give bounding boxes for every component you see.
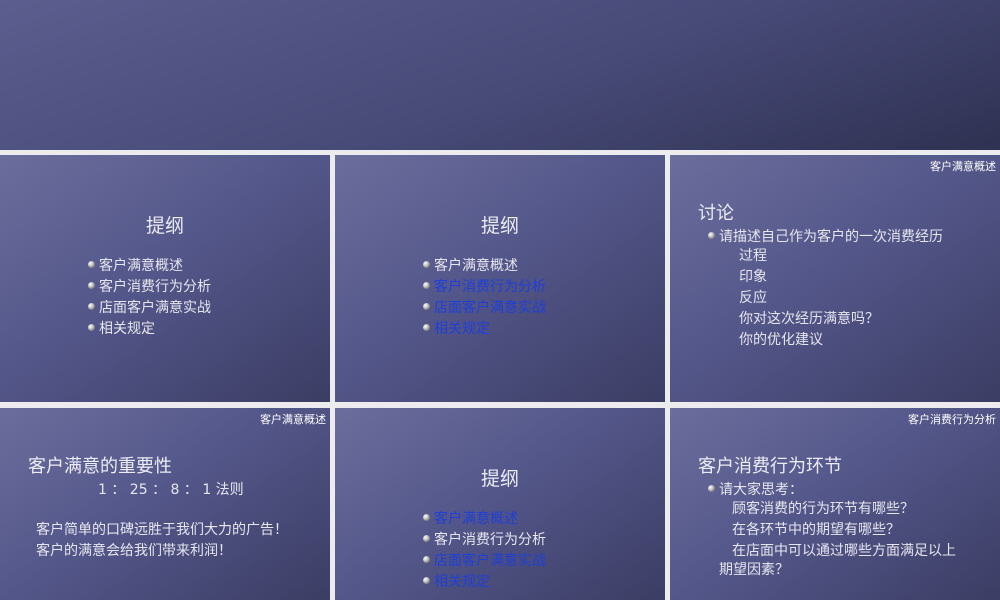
list-item: 客户满意概述: [423, 254, 546, 275]
list-item: 相关规定: [423, 317, 546, 338]
section-label: 客户满意概述: [930, 160, 996, 173]
consumption-list: 请大家思考：: [708, 478, 803, 499]
bullet-icon: [423, 261, 430, 268]
slide-discussion[interactable]: 客户满意概述 讨论 请描述自己作为客户的一次消费经历 过程 印象 反应 你对这次…: [670, 155, 1000, 402]
consumption-continuation: 期望因素？: [719, 562, 789, 578]
slide-outline-2[interactable]: 提纲 客户满意概述 客户消费行为分析 店面客户满意实战 相关规定: [335, 155, 665, 402]
list-item: 店面客户满意实战: [88, 296, 211, 317]
slide-title: 提纲: [145, 215, 184, 237]
outline-list: 客户满意概述 客户消费行为分析 店面客户满意实战 相关规定: [88, 254, 211, 338]
bullet-icon: [88, 282, 95, 289]
discussion-points: 过程 印象 反应 你对这次经历满意吗？ 你的优化建议: [739, 246, 879, 351]
slide-outline-3[interactable]: 提纲 客户满意概述 客户消费行为分析 店面客户满意实战 相关规定: [335, 408, 665, 600]
importance-line: 客户简单的口碑远胜于我们大力的广告！: [36, 522, 288, 538]
bullet-icon: [423, 514, 430, 521]
discussion-point: 你对这次经历满意吗？: [739, 311, 879, 327]
bullet-icon: [423, 577, 430, 584]
section-label: 客户消费行为分析: [908, 413, 996, 426]
bullet-icon: [88, 324, 95, 331]
rule-text: 1 ： 25 ： 8 ： 1 法则: [98, 482, 244, 498]
discussion-point: 印象: [739, 269, 767, 285]
list-item: 客户满意概述: [423, 507, 546, 528]
discussion-point: 过程: [739, 248, 767, 264]
bullet-icon: [423, 303, 430, 310]
importance-lines: 客户简单的口碑远胜于我们大力的广告！ 客户的满意会给我们带来利润！: [36, 520, 288, 562]
slide-title: 客户消费行为环节: [698, 456, 842, 477]
list-item: 请描述自己作为客户的一次消费经历: [708, 225, 943, 246]
slide-title: 提纲: [480, 215, 519, 237]
bullet-icon: [708, 232, 715, 239]
discussion-list: 请描述自己作为客户的一次消费经历: [708, 225, 943, 246]
list-item: 请大家思考：: [708, 478, 803, 499]
bullet-icon: [423, 282, 430, 289]
list-item: 店面客户满意实战: [423, 549, 546, 570]
discussion-point: 你的优化建议: [739, 332, 823, 348]
slide-title: 客户满意的重要性: [28, 456, 172, 477]
list-item: 相关规定: [88, 317, 211, 338]
slide-title: 提纲: [480, 468, 519, 490]
importance-line: 客户的满意会给我们带来利润！: [36, 543, 232, 559]
slide-top-partial[interactable]: [0, 0, 1000, 150]
list-item: 客户满意概述: [88, 254, 211, 275]
outline-list: 客户满意概述 客户消费行为分析 店面客户满意实战 相关规定: [423, 254, 546, 338]
consumption-questions: 顾客消费的行为环节有哪些？ 在各环节中的期望有哪些？ 在店面中可以通过哪些方面满…: [732, 499, 956, 562]
section-label: 客户满意概述: [260, 413, 326, 426]
bullet-icon: [88, 303, 95, 310]
consumption-question: 顾客消费的行为环节有哪些？: [732, 501, 914, 517]
bullet-icon: [423, 535, 430, 542]
bullet-icon: [423, 324, 430, 331]
list-item: 客户消费行为分析: [423, 528, 546, 549]
consumption-question: 在各环节中的期望有哪些？: [732, 522, 900, 538]
slide-title: 讨论: [698, 203, 734, 224]
outline-list: 客户满意概述 客户消费行为分析 店面客户满意实战 相关规定: [423, 507, 546, 591]
list-item: 客户消费行为分析: [423, 275, 546, 296]
slide-consumption[interactable]: 客户消费行为分析 客户消费行为环节 请大家思考： 顾客消费的行为环节有哪些？ 在…: [670, 408, 1000, 600]
list-item: 客户消费行为分析: [88, 275, 211, 296]
bullet-icon: [708, 485, 715, 492]
list-item: 相关规定: [423, 570, 546, 591]
bullet-icon: [88, 261, 95, 268]
slide-importance[interactable]: 客户满意概述 客户满意的重要性 1 ： 25 ： 8 ： 1 法则 客户简单的口…: [0, 408, 330, 600]
discussion-point: 反应: [739, 290, 767, 306]
list-item: 店面客户满意实战: [423, 296, 546, 317]
bullet-icon: [423, 556, 430, 563]
slide-outline-1[interactable]: 提纲 客户满意概述 客户消费行为分析 店面客户满意实战 相关规定: [0, 155, 330, 402]
